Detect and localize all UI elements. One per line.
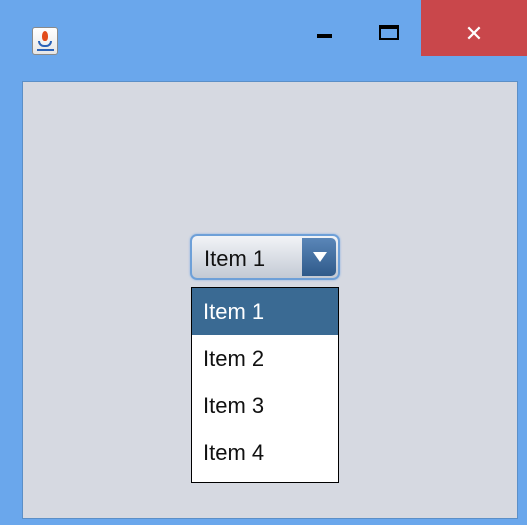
minimize-button[interactable]	[301, 0, 359, 56]
title-bar[interactable]: ✕	[0, 0, 527, 76]
dropdown-item-2[interactable]: Item 2	[192, 335, 338, 382]
java-cup-icon[interactable]	[32, 27, 58, 55]
chevron-down-icon	[313, 252, 327, 262]
close-icon: ✕	[464, 22, 484, 47]
combo-selected-value: Item 1	[204, 246, 266, 271]
cup-shape	[38, 41, 52, 47]
combo-dropdown-list: Item 1 Item 2 Item 3 Item 4	[191, 287, 339, 483]
maximize-icon	[379, 25, 399, 40]
app-window: ✕ Item 1 Item 1 Item 2 Item 3 Item 4	[0, 0, 527, 525]
saucer-shape	[37, 49, 54, 51]
minimize-icon	[317, 34, 332, 38]
item-combo-box[interactable]: Item 1	[190, 234, 340, 280]
dropdown-item-4[interactable]: Item 4	[192, 429, 338, 476]
dropdown-item-1[interactable]: Item 1	[192, 288, 338, 335]
close-button[interactable]: ✕	[421, 0, 527, 56]
combo-arrow-button[interactable]	[302, 238, 336, 276]
maximize-button[interactable]	[366, 0, 424, 56]
flame-shape	[42, 31, 48, 41]
dropdown-item-3[interactable]: Item 3	[192, 382, 338, 429]
